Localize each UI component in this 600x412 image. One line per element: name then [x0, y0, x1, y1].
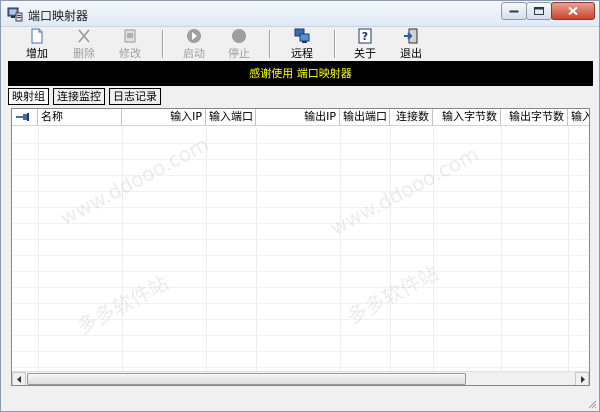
grid-row-line [12, 223, 589, 224]
title-bar[interactable]: 端口映射器 [1, 1, 599, 27]
start-button[interactable]: 启动 [176, 28, 212, 60]
maximize-button[interactable] [526, 2, 552, 20]
add-button[interactable]: 增加 [19, 28, 55, 60]
play-icon [187, 29, 201, 43]
window-title: 端口映射器 [28, 9, 89, 23]
minimize-icon [509, 10, 519, 13]
delete-button[interactable]: 删除 [66, 28, 102, 60]
column-header-input-more[interactable]: 输入 [568, 109, 589, 126]
welcome-banner: 感谢使用 端口映射器 [8, 61, 593, 86]
maximize-icon [534, 7, 544, 15]
pin-icon [16, 113, 29, 121]
exit-button[interactable]: 退出 [393, 28, 429, 60]
edit-button[interactable]: 修改 [112, 28, 148, 60]
grid-row-line [12, 191, 589, 192]
grid-row-line [12, 303, 589, 304]
resize-grip-icon[interactable] [587, 399, 597, 409]
arrow-right-icon [581, 376, 585, 383]
minimize-button[interactable] [501, 2, 527, 20]
scroll-left-button[interactable] [12, 372, 26, 385]
horizontal-scrollbar[interactable] [12, 371, 589, 385]
grid-row-line [12, 255, 589, 256]
tab-connection-monitor[interactable]: 连接监控 [53, 88, 105, 105]
stop-icon [232, 29, 246, 43]
toolbar: 增加 删除 修改 启动 停止 远程 ? 关于 退出 [1, 28, 599, 60]
app-window: 端口映射器 增加 删除 修改 启动 停止 远程 ? 关于 退出 感谢使用 端口映… [0, 0, 600, 412]
column-header-name[interactable]: 名称 [38, 109, 122, 126]
mapping-table[interactable]: 名称 输入IP 输入端口 输出IP 输出端口 连接数 输入字节数 输出字节数 输… [11, 108, 590, 386]
column-header-connections[interactable]: 连接数 [390, 109, 433, 126]
tab-mapping-group[interactable]: 映射组 [8, 88, 49, 105]
grid-row-line [12, 159, 589, 160]
stop-button[interactable]: 停止 [221, 28, 257, 60]
close-button[interactable] [551, 2, 595, 20]
help-icon: ? [358, 28, 372, 44]
grid-row-line [12, 207, 589, 208]
close-icon [568, 6, 578, 16]
scroll-right-button[interactable] [575, 372, 589, 385]
svg-text:?: ? [362, 30, 368, 43]
toolbar-separator [334, 30, 336, 58]
column-header-output-port[interactable]: 输出端口 [340, 109, 390, 126]
column-pin-header[interactable] [12, 109, 38, 126]
grid-row-line [12, 351, 589, 352]
delete-icon [78, 29, 90, 43]
column-header-input-port[interactable]: 输入端口 [206, 109, 256, 126]
column-header-input-bytes[interactable]: 输入字节数 [433, 109, 501, 126]
grid-row-line [12, 367, 589, 368]
new-document-icon [31, 28, 43, 44]
toolbar-separator [162, 30, 164, 58]
grid-row-line [12, 239, 589, 240]
about-button[interactable]: ? 关于 [347, 28, 383, 60]
grid-row-line [12, 319, 589, 320]
arrow-left-icon [17, 376, 21, 383]
grid-row-line [12, 287, 589, 288]
tab-log[interactable]: 日志记录 [109, 88, 161, 105]
remote-computer-icon [294, 28, 310, 43]
table-body[interactable] [12, 127, 589, 371]
app-icon [7, 7, 23, 22]
grid-row-line [12, 175, 589, 176]
column-header-output-bytes[interactable]: 输出字节数 [501, 109, 568, 126]
table-header: 名称 输入IP 输入端口 输出IP 输出端口 连接数 输入字节数 输出字节数 输… [12, 109, 589, 126]
column-header-output-ip[interactable]: 输出IP [256, 109, 340, 126]
grid-row-line [12, 271, 589, 272]
scrollbar-thumb[interactable] [27, 373, 466, 385]
remote-button[interactable]: 远程 [284, 28, 320, 60]
grid-row-line [12, 335, 589, 336]
exit-door-icon [404, 28, 418, 44]
grid-row-line [12, 143, 589, 144]
toolbar-separator [269, 30, 271, 58]
status-bar [1, 389, 599, 411]
tab-strip: 映射组 连接监控 日志记录 [8, 88, 165, 105]
column-header-input-ip[interactable]: 输入IP [122, 109, 206, 126]
edit-icon [124, 29, 136, 43]
